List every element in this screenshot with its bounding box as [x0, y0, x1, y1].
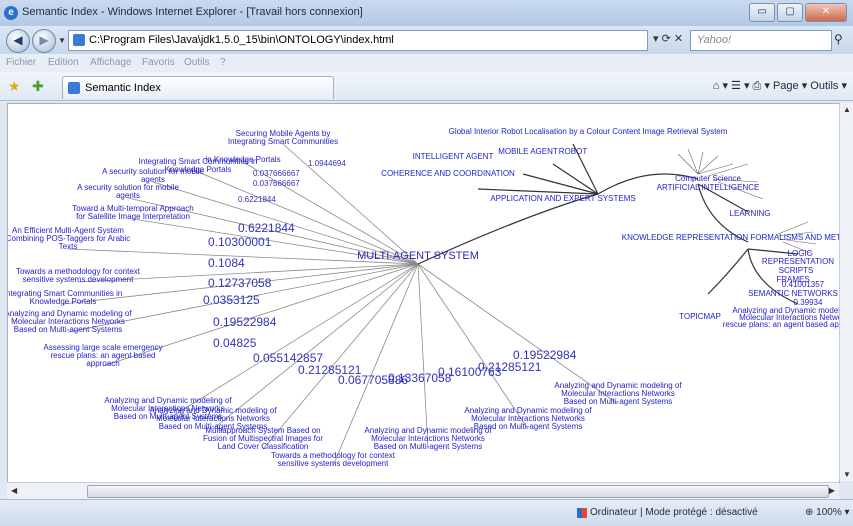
forward-button[interactable]: ▶ [32, 29, 56, 53]
leaf-node[interactable]: A security solution for mobile agents [77, 183, 179, 200]
leaf-node[interactable]: Assessing large scale emergency rescue pl… [43, 343, 162, 368]
history-dropdown-icon[interactable]: ▼ [58, 36, 66, 45]
node-intelligent-agent[interactable]: INTELLIGENT AGENT [413, 152, 494, 161]
leaf-node[interactable]: A security solution for mobile agents [102, 167, 204, 184]
command-icons: ⌂ ▾ ☰ ▾ ⎙ ▾ [712, 80, 773, 92]
right-subtree: INTELLIGENT AGENT MOBILE AGENT ROBOT Glo… [381, 127, 839, 329]
edge-weight: 0.037666667 [253, 179, 300, 188]
node-application[interactable]: APPLICATION AND EXPERT SYSTEMS [490, 194, 635, 203]
node-global-robot[interactable]: Global Interior Robot Localisation by a … [449, 127, 728, 136]
edge-weight: 0.037666667 [253, 169, 300, 178]
vertical-scrollbar[interactable]: ▲ ▼ [839, 103, 853, 481]
node-computer-science[interactable]: Computer Science [675, 174, 741, 183]
window-title: Semantic Index - Windows Internet Explor… [22, 6, 363, 18]
node-ai[interactable]: ARTIFICIAL INTELLIGENCE [657, 183, 760, 192]
zoom-dropdown-icon: ▾ [841, 507, 850, 518]
search-placeholder: Yahoo! [697, 34, 732, 46]
leaf-node[interactable]: Multiapproach System Based on Fusion of M… [203, 426, 323, 451]
edge-weight: 1.0944694 [308, 159, 346, 168]
menu-fichier[interactable]: Fichier [6, 57, 36, 68]
edge-weight: 0.04825 [213, 336, 257, 350]
search-input[interactable]: Yahoo! [690, 30, 832, 51]
edge-weight: 0.10300001 [208, 235, 272, 249]
menu-help[interactable]: ? [220, 57, 226, 68]
menu-favoris[interactable]: Favoris [142, 57, 175, 68]
hypertree-graph: Securing Mobile Agents by Integrating Sma… [8, 127, 839, 468]
node-scripts[interactable]: SCRIPTS [779, 266, 814, 275]
node-semantic-networks[interactable]: SEMANTIC NETWORKS [748, 289, 838, 298]
address-bar: ◀ ▶ ▼ C:\Program Files\Java\jdk1.5.0_15\… [0, 26, 853, 54]
edge-weight: 0.21285121 [478, 360, 542, 374]
zoom-value: 100% [816, 507, 842, 518]
node-learning[interactable]: LEARNING [730, 209, 771, 218]
maximize-button[interactable]: ▢ [777, 3, 803, 22]
back-button[interactable]: ◀ [6, 29, 30, 53]
leaf-node[interactable]: An Efficient Multi-Agent System Combining… [8, 226, 130, 251]
protected-mode-icon [577, 508, 587, 518]
node-coherence[interactable]: COHERENCE AND COORDINATION [381, 169, 515, 178]
status-bar: Ordinateur | Mode protégé : désactivé ⊕ … [0, 499, 853, 526]
leaf-node[interactable]: Towards a methodology for context sensiti… [271, 451, 396, 468]
edge-weight: 0.12737058 [208, 276, 272, 290]
leaf-node[interactable]: Analyzing and Dynamic modeling of Molecul… [8, 309, 132, 334]
url-field[interactable]: C:\Program Files\Java\jdk1.5.0_15\bin\ON… [68, 30, 648, 51]
leaf-node[interactable]: Securing Mobile Agents by Integrating Sma… [228, 129, 338, 146]
horizontal-scroll-thumb[interactable] [87, 485, 829, 498]
leaf-node[interactable]: Towards a methodology for context sensiti… [16, 267, 141, 284]
edge-app-mobile [552, 163, 599, 195]
add-favorites-icon[interactable]: ✚ [32, 78, 44, 95]
edge-leaf [417, 263, 429, 450]
close-button[interactable]: ✕ [805, 3, 847, 22]
leaf-node[interactable]: Analyzing and Dynamic modeling of Molecul… [554, 381, 682, 406]
leaf-node[interactable]: Toward a Multi-temporal Approach for Sate… [72, 204, 193, 221]
node-topicmap[interactable]: TOPICMAP [679, 312, 721, 321]
zoom-level[interactable]: ⊕ 100% ▾ [805, 507, 850, 518]
menu-edition[interactable]: Edition [48, 57, 79, 68]
horizontal-scrollbar[interactable]: ◀ ▶ [7, 482, 839, 499]
scroll-right-icon[interactable]: ▶ [829, 486, 835, 495]
minimize-button[interactable]: ▭ [749, 3, 775, 22]
edge-weight: 0.0353125 [203, 293, 260, 307]
ie-logo-icon: e [4, 6, 18, 20]
scroll-up-icon[interactable]: ▲ [843, 105, 851, 114]
node-representation[interactable]: REPRESENTATION [762, 257, 834, 266]
command-bar[interactable]: ⌂ ▾ ☰ ▾ ⎙ ▾ Page ▾ Outils ▾ [713, 79, 847, 93]
favorites-star-icon[interactable]: ★ [8, 78, 21, 95]
command-labels: Page ▾ Outils ▾ [772, 80, 847, 92]
tab-page-icon [68, 82, 80, 94]
leaf-node[interactable]: Analyzing and Dynamic modeling of Molecul… [464, 406, 592, 431]
tab-semantic-index[interactable]: Semantic Index [62, 76, 334, 99]
node-robot[interactable]: ROBOT [559, 147, 588, 156]
edge-krfm-topicmap [707, 248, 749, 295]
tab-label: Semantic Index [85, 82, 161, 94]
edge-weight: 0.19522984 [513, 348, 577, 362]
scroll-left-icon[interactable]: ◀ [11, 486, 17, 495]
graph-right-edges [417, 143, 799, 305]
edge-weight: 0.6221844 [238, 221, 295, 235]
edge-weight: 0.19522984 [213, 315, 277, 329]
refresh-stop-icons[interactable]: ▾ ⟳ ✕ [653, 32, 683, 45]
node-rescue[interactable]: rescue plans: an agent based approach [723, 320, 839, 329]
zoom-icon: ⊕ [805, 507, 817, 518]
leaf-node[interactable]: Integrating Smart Communities in Knowledg… [8, 289, 122, 306]
center-node[interactable]: MULTI-AGENT SYSTEM [357, 250, 479, 262]
node-mobile-agent[interactable]: MOBILE AGENT [498, 147, 558, 156]
edge-weight: 0.1084 [208, 256, 245, 270]
search-icon[interactable]: ⚲ [834, 32, 843, 46]
menu-outils[interactable]: Outils [184, 57, 210, 68]
menu-bar: Fichier Edition Affichage Favoris Outils… [0, 54, 853, 72]
edge-leaf [417, 263, 529, 430]
url-text: C:\Program Files\Java\jdk1.5.0_15\bin\ON… [89, 34, 394, 46]
page-content: Securing Mobile Agents by Integrating Sma… [7, 103, 840, 483]
edge-weight: 0.6221844 [238, 195, 276, 204]
favorites-bar: ★ ✚ Semantic Index ⌂ ▾ ☰ ▾ ⎙ ▾ Page ▾ Ou… [0, 72, 853, 101]
title-bar: e Semantic Index - Windows Internet Expl… [0, 0, 853, 27]
node-krfm[interactable]: KNOWLEDGE REPRESENTATION FORMALISMS AND … [622, 233, 839, 242]
menu-affichage[interactable]: Affichage [90, 57, 132, 68]
weight-semantic-1: 0.41001357 [782, 280, 825, 289]
scroll-down-icon[interactable]: ▼ [843, 470, 851, 479]
status-text: Ordinateur | Mode protégé : désactivé [590, 507, 758, 518]
page-icon [73, 34, 85, 46]
